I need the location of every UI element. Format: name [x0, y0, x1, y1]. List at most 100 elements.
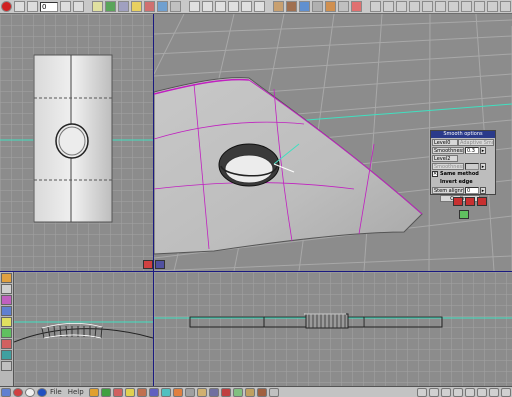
bottom-tool-4-icon[interactable]: [37, 387, 47, 397]
move-icon[interactable]: [189, 1, 200, 12]
object-icon[interactable]: [105, 1, 116, 12]
bottom-tool-16-icon[interactable]: [220, 387, 231, 397]
invert-edge-label[interactable]: Invert edge: [440, 179, 473, 186]
texture-icon[interactable]: [157, 1, 168, 12]
tool-palette-9-icon[interactable]: [1, 361, 12, 371]
panel-action-2-icon[interactable]: [465, 197, 475, 206]
frame-field[interactable]: 0: [40, 1, 58, 12]
bottom-tool-18-icon[interactable]: [244, 387, 255, 397]
tool-palette-4-icon[interactable]: [1, 306, 12, 316]
bottom-tool-17-icon[interactable]: [232, 387, 243, 397]
light-icon[interactable]: [131, 1, 142, 12]
tool-g-icon[interactable]: [448, 1, 459, 12]
status-4-icon[interactable]: [453, 387, 463, 397]
stem-alignment-label: Stem alignment: [432, 186, 464, 194]
status-1-icon[interactable]: [417, 387, 427, 397]
play-icon[interactable]: [73, 1, 84, 12]
viewport-top[interactable]: [154, 272, 512, 386]
bottom-tool-13-icon[interactable]: [184, 387, 195, 397]
record-icon[interactable]: [1, 1, 12, 12]
tool-h-icon[interactable]: [461, 1, 472, 12]
modeler-icon[interactable]: [273, 1, 284, 12]
same-method-checkbox[interactable]: ✕: [432, 171, 438, 177]
material-icon[interactable]: [144, 1, 155, 12]
tool-b-icon[interactable]: [383, 1, 394, 12]
keyframe-icon[interactable]: [92, 1, 103, 12]
tool-palette-8-icon[interactable]: [1, 350, 12, 360]
bottom-tool-15-icon[interactable]: [208, 387, 219, 397]
rotate-icon[interactable]: [202, 1, 213, 12]
bottom-tool-2-icon[interactable]: [13, 387, 23, 397]
bottom-tool-3-icon[interactable]: [25, 387, 35, 397]
step-back-icon[interactable]: [27, 1, 38, 12]
tool-palette-3-icon[interactable]: [1, 295, 12, 305]
camera-icon[interactable]: [118, 1, 129, 12]
tool-f-icon[interactable]: [435, 1, 446, 12]
tool-d-icon[interactable]: [409, 1, 420, 12]
level0-button[interactable]: Level0: [432, 138, 458, 146]
bottom-tool-10-icon[interactable]: [148, 387, 159, 397]
status-6-icon[interactable]: [477, 387, 487, 397]
tool-j-icon[interactable]: [487, 1, 498, 12]
tool-c-icon[interactable]: [396, 1, 407, 12]
redo-icon[interactable]: [254, 1, 265, 12]
tool-e-icon[interactable]: [422, 1, 433, 12]
panel-title[interactable]: Smooth options: [431, 131, 495, 138]
bottom-tool-5-icon[interactable]: [88, 387, 99, 397]
file-menu[interactable]: File: [50, 388, 62, 396]
render-icon[interactable]: [170, 1, 181, 12]
stem-alignment-field[interactable]: 0: [465, 186, 479, 194]
viewport-side[interactable]: [14, 272, 153, 386]
panel-action-3-icon[interactable]: [477, 197, 487, 206]
tool-k-icon[interactable]: [500, 1, 511, 12]
status-5-icon[interactable]: [465, 387, 475, 397]
tool-i-icon[interactable]: [474, 1, 485, 12]
tool-palette-1-icon[interactable]: [1, 273, 12, 283]
bottom-tool-6-icon[interactable]: [100, 387, 111, 397]
bottom-tool-8-icon[interactable]: [124, 387, 135, 397]
smoothness1-field[interactable]: 0.3: [465, 146, 479, 154]
bottom-tool-12-icon[interactable]: [172, 387, 183, 397]
view-toggle-1-icon[interactable]: [143, 260, 153, 269]
undo-icon[interactable]: [241, 1, 252, 12]
bottom-toolbar: File Help: [0, 386, 512, 397]
rewind-icon[interactable]: [14, 1, 25, 12]
stem-alignment-arrow-icon[interactable]: ▸: [480, 186, 486, 194]
tool-palette-6-icon[interactable]: [1, 328, 12, 338]
status-8-icon[interactable]: [501, 387, 511, 397]
status-3-icon[interactable]: [441, 387, 451, 397]
adaptive-smooth-button[interactable]: Adaptive Smooth: [458, 138, 494, 146]
help-menu[interactable]: Help: [68, 388, 84, 396]
step-forward-icon[interactable]: [60, 1, 71, 12]
bottom-tool-19-icon[interactable]: [256, 387, 267, 397]
tool-palette-7-icon[interactable]: [1, 339, 12, 349]
select-icon[interactable]: [228, 1, 239, 12]
view-toggle-2-icon[interactable]: [155, 260, 165, 269]
tool-a-icon[interactable]: [370, 1, 381, 12]
smoothness2-arrow-icon[interactable]: ▸: [480, 162, 486, 170]
tool-palette-2-icon[interactable]: [1, 284, 12, 294]
hole-shape: [55, 123, 89, 159]
library-icon[interactable]: [286, 1, 297, 12]
scale-icon[interactable]: [215, 1, 226, 12]
animation-icon[interactable]: [351, 1, 362, 12]
bottom-tool-11-icon[interactable]: [160, 387, 171, 397]
panel-action-4-icon[interactable]: [459, 210, 469, 219]
bottom-tool-14-icon[interactable]: [196, 387, 207, 397]
tool-palette-5-icon[interactable]: [1, 317, 12, 327]
display-icon[interactable]: [338, 1, 349, 12]
world-icon[interactable]: [299, 1, 310, 12]
level2-button[interactable]: Level2: [432, 154, 458, 162]
bottom-tool-9-icon[interactable]: [136, 387, 147, 397]
bottom-tool-20-icon[interactable]: [268, 387, 279, 397]
panel-action-1-icon[interactable]: [453, 197, 463, 206]
smoothness1-arrow-icon[interactable]: ▸: [480, 146, 486, 154]
status-2-icon[interactable]: [429, 387, 439, 397]
settings-icon[interactable]: [312, 1, 323, 12]
palette-icon[interactable]: [325, 1, 336, 12]
bottom-tool-1-icon[interactable]: [1, 387, 11, 397]
status-7-icon[interactable]: [489, 387, 499, 397]
bottom-tool-7-icon[interactable]: [112, 387, 123, 397]
viewport-front[interactable]: [0, 14, 153, 271]
smoothness2-field[interactable]: [465, 162, 479, 170]
